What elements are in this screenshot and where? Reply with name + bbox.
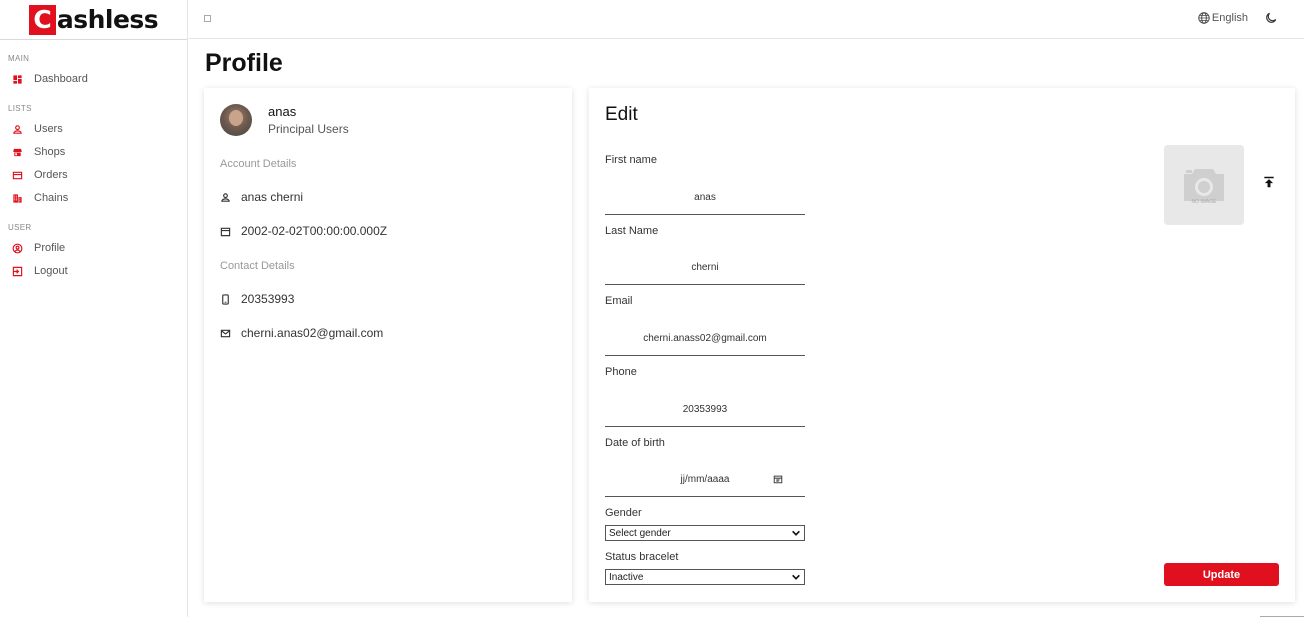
dark-mode-icon[interactable] [1264, 11, 1278, 25]
email-input[interactable]: cherni.anass02@gmail.com [605, 322, 805, 356]
detail-email: cherni.anas02@gmail.com [220, 326, 383, 340]
globe-icon [1198, 12, 1210, 24]
sidebar-item-label: Users [34, 123, 63, 135]
chevron-down-icon [792, 574, 800, 580]
profile-role: Principal Users [268, 122, 349, 136]
account-circle-icon [12, 243, 23, 253]
phone-icon [222, 293, 229, 305]
birth-value: 2002-02-02T00:00:00.000Z [241, 224, 388, 238]
dob-input[interactable]: jj/mm/aaaa [605, 463, 805, 497]
sidebar-item-label: Logout [34, 265, 68, 277]
phone-label: Phone [605, 366, 637, 378]
user-icon [13, 124, 22, 134]
sidebar-item-label: Orders [34, 169, 68, 181]
language-selector[interactable]: English [1197, 11, 1248, 25]
full-name-value: anas cherni [241, 190, 304, 204]
update-button[interactable]: Update [1164, 563, 1279, 586]
no-image-text: NO IMAGE [1191, 199, 1217, 205]
status-select[interactable]: Inactive [605, 569, 805, 585]
store-icon [13, 148, 22, 156]
status-label: Status bracelet [605, 551, 679, 563]
mail-icon [220, 329, 231, 337]
calendar-picker-icon[interactable] [773, 474, 783, 484]
phone-input[interactable]: 20353993 [605, 393, 805, 427]
contact-details-heading: Contact Details [220, 260, 295, 272]
topbar: English [188, 0, 1304, 39]
calendar-icon [220, 227, 231, 236]
first-name-label: First name [605, 154, 657, 166]
detail-phone: 20353993 [220, 292, 294, 306]
detail-full-name: anas cherni [220, 190, 303, 204]
sidebar-item-orders[interactable]: Orders [12, 169, 68, 181]
gender-label: Gender [605, 507, 642, 519]
logo-text: ashless [56, 5, 159, 34]
sidebar-item-label: Shops [34, 146, 66, 158]
page-title: Profile [205, 49, 283, 77]
sidebar-item-users[interactable]: Users [12, 123, 63, 135]
status-value: Inactive [609, 571, 644, 583]
detail-birth: 2002-02-02T00:00:00.000Z [220, 224, 387, 238]
profile-name: anas [268, 104, 297, 119]
account-details-heading: Account Details [220, 158, 297, 170]
sidebar-item-label: Chains [34, 192, 69, 204]
credit-card-icon [12, 171, 23, 179]
email-value: cherni.anas02@gmail.com [241, 326, 384, 340]
avatar [220, 104, 252, 136]
camera-icon [1184, 169, 1224, 201]
section-user: USER [8, 223, 32, 232]
logo-letter: C [28, 4, 56, 35]
sidebar-item-shops[interactable]: Shops [12, 146, 65, 158]
sidebar-item-dashboard[interactable]: Dashboard [12, 73, 88, 85]
sidebar-item-chains[interactable]: Chains [12, 192, 68, 204]
building-icon [13, 193, 22, 203]
dashboard-icon [13, 74, 22, 84]
logout-icon [12, 266, 23, 276]
profile-card: anas Principal Users Account Details ana… [204, 88, 572, 602]
section-main: MAIN [8, 54, 30, 63]
logo[interactable]: Cashless [0, 0, 187, 40]
email-label: Email [605, 295, 633, 307]
sidebar-item-profile[interactable]: Profile [12, 242, 65, 254]
image-placeholder: NO IMAGE [1164, 145, 1244, 225]
edit-card: Edit First name anas Last Name cherni Em… [589, 88, 1295, 602]
last-name-input[interactable]: cherni [605, 251, 805, 285]
language-label: English [1211, 12, 1248, 24]
sidebar-item-logout[interactable]: Logout [12, 265, 68, 277]
sidebar: Cashless MAIN Dashboard LISTS Users Shop… [0, 0, 188, 617]
person-icon [221, 192, 230, 202]
dob-label: Date of birth [605, 437, 665, 449]
chevron-down-icon [792, 530, 800, 536]
sidebar-item-label: Profile [34, 242, 66, 254]
first-name-input[interactable]: anas [605, 181, 805, 215]
gender-select[interactable]: Select gender [605, 525, 805, 541]
dob-placeholder: jj/mm/aaaa [680, 474, 730, 485]
menu-toggle-icon[interactable] [204, 15, 211, 22]
upload-icon[interactable] [1262, 175, 1276, 189]
sidebar-item-label: Dashboard [34, 73, 88, 85]
edit-title: Edit [605, 104, 638, 125]
phone-value: 20353993 [241, 292, 295, 306]
last-name-label: Last Name [605, 225, 659, 237]
section-lists: LISTS [8, 104, 32, 113]
gender-value: Select gender [609, 527, 671, 539]
